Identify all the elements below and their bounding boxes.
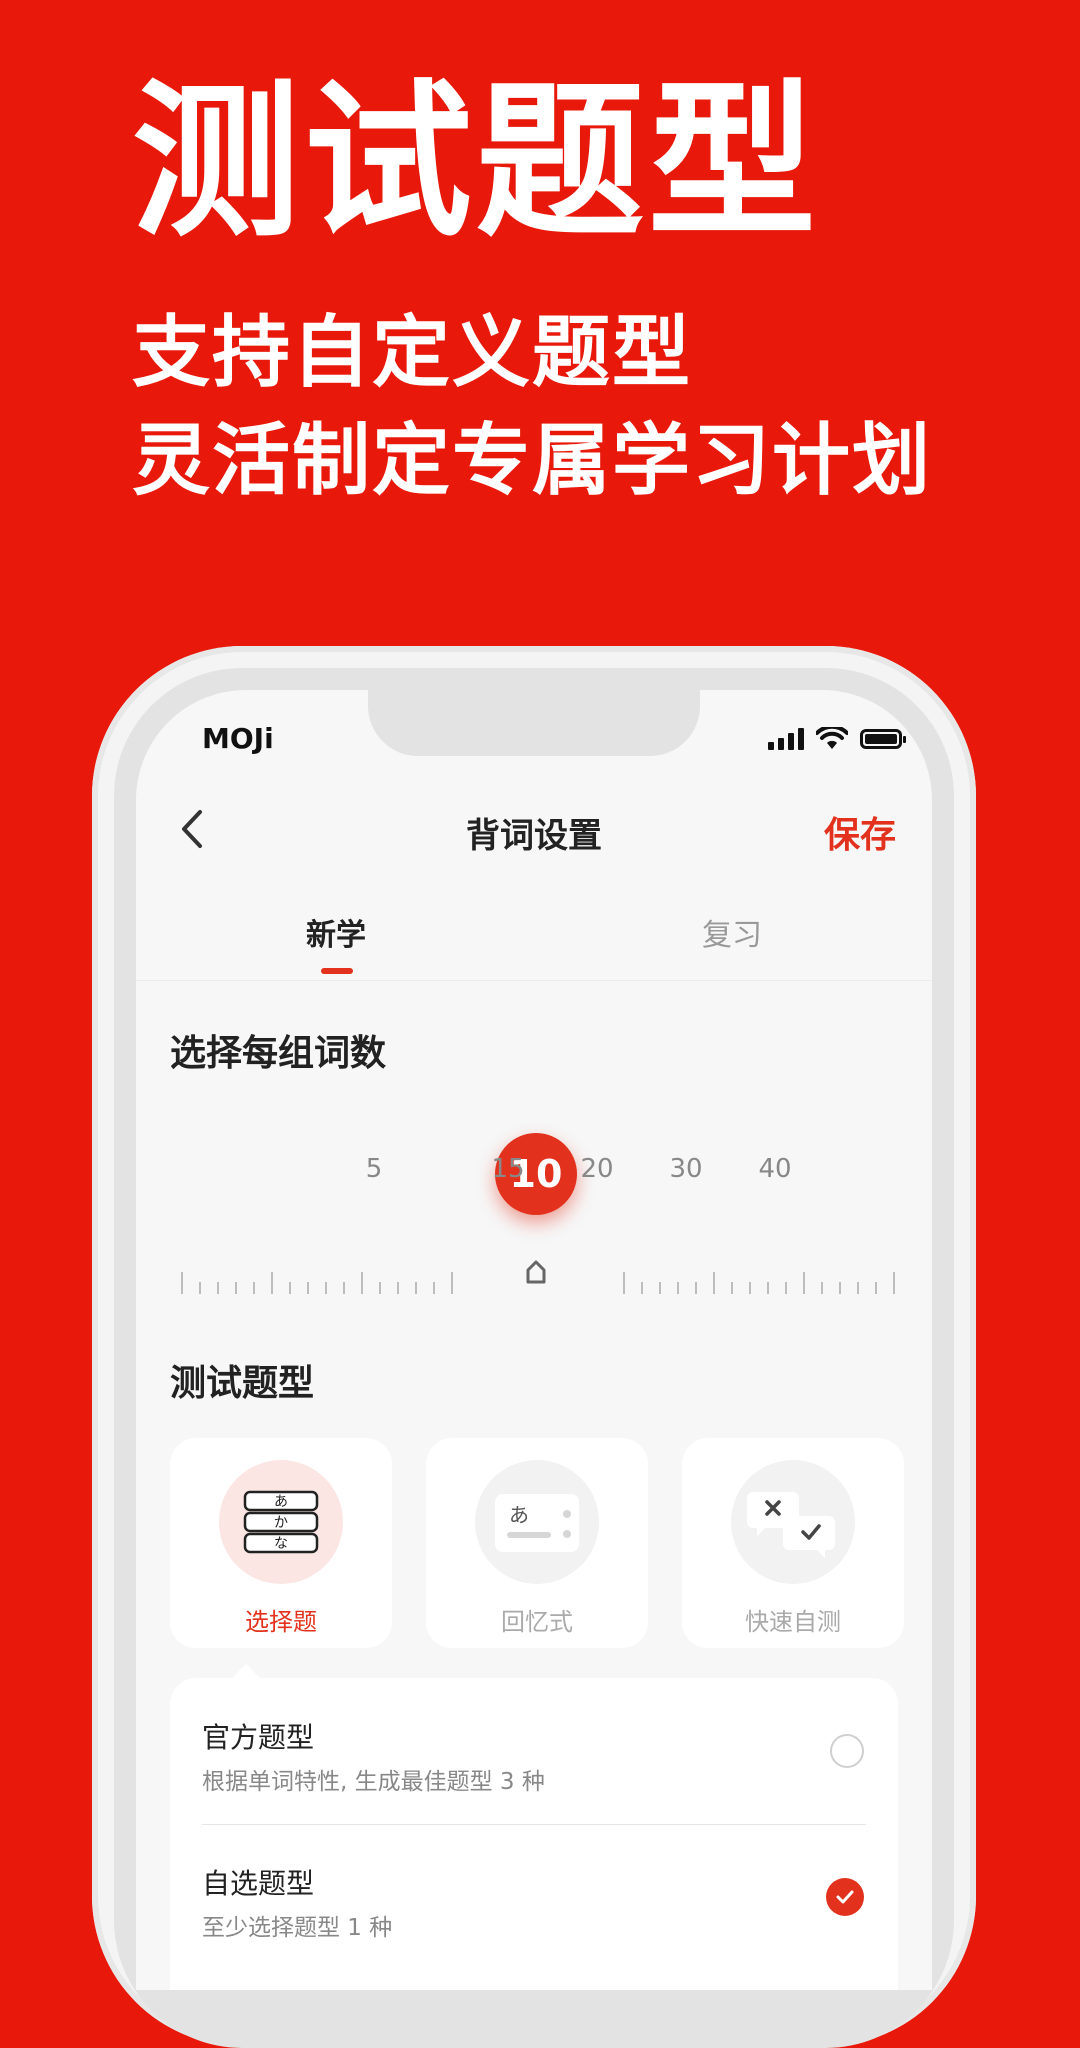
tab-review[interactable]: 复习	[632, 910, 832, 954]
recall-card-icon: あ	[495, 1494, 579, 1552]
option-official-radio[interactable]	[830, 1734, 864, 1768]
status-carrier: MOJi	[202, 722, 274, 755]
type-card-quick-test-label: 快速自测	[745, 1608, 841, 1636]
count-option-5[interactable]: 5	[339, 1154, 409, 1184]
phone-notch	[368, 690, 700, 756]
tab-new-learn[interactable]: 新学	[236, 910, 436, 954]
promo-subtitle-line1: 支持自定义题型	[132, 308, 693, 398]
page-title: 背词设置	[466, 816, 602, 856]
phone-screen: MOJi 背词设置 保存 新学 复习 选择每组词数 5 10 15 20 30 …	[136, 690, 932, 1990]
choice-stack-icon: あ か な	[243, 1490, 319, 1554]
count-option-15[interactable]: 15	[473, 1154, 543, 1184]
ruler-ticks-left	[181, 1272, 453, 1294]
save-button[interactable]: 保存	[824, 806, 896, 858]
quick-test-bubbles-icon	[747, 1492, 835, 1558]
tab-active-indicator	[321, 968, 353, 974]
count-ruler-slider[interactable]	[136, 1250, 932, 1310]
recall-kana: あ	[509, 1503, 529, 1527]
tab-bar: 新学 复习	[136, 900, 932, 981]
test-type-title: 测试题型	[170, 1363, 315, 1404]
count-option-40[interactable]: 40	[740, 1154, 810, 1184]
count-option-20[interactable]: 20	[562, 1154, 632, 1184]
ruler-handle-icon	[526, 1260, 546, 1284]
option-custom-subtitle: 至少选择题型 1 种	[202, 1915, 393, 1941]
wifi-icon	[816, 727, 848, 749]
kana-ka: か	[274, 1515, 288, 1531]
options-divider	[202, 1824, 866, 1825]
type-card-choice-label: 选择题	[245, 1608, 317, 1636]
active-card-pointer	[232, 1664, 260, 1678]
option-official-subtitle: 根据单词特性, 生成最佳题型 3 种	[202, 1769, 545, 1795]
signal-icon	[768, 728, 804, 750]
question-options-panel: 官方题型 根据单词特性, 生成最佳题型 3 种 自选题型 至少选择题型 1 种	[170, 1678, 898, 1990]
promo-subtitle-line2: 灵活制定专属学习计划	[132, 416, 933, 506]
word-count-title: 选择每组词数	[170, 1033, 387, 1074]
battery-icon	[860, 729, 906, 749]
kana-na: な	[274, 1536, 288, 1552]
type-card-choice[interactable]: あ か な 选择题	[170, 1438, 392, 1648]
type-card-quick-test[interactable]: 快速自测	[682, 1438, 904, 1648]
count-option-30[interactable]: 30	[651, 1154, 721, 1184]
option-custom-radio-checked[interactable]	[826, 1878, 864, 1916]
option-official-title: 官方题型	[202, 1721, 315, 1754]
type-card-recall[interactable]: あ 回忆式	[426, 1438, 648, 1648]
promo-title: 测试题型	[132, 64, 820, 260]
status-icons	[768, 724, 906, 754]
ruler-ticks-right	[623, 1272, 895, 1294]
type-card-recall-label: 回忆式	[501, 1608, 573, 1636]
check-icon	[836, 1890, 854, 1904]
option-custom-title: 自选题型	[202, 1867, 315, 1900]
kana-a: あ	[274, 1494, 288, 1510]
